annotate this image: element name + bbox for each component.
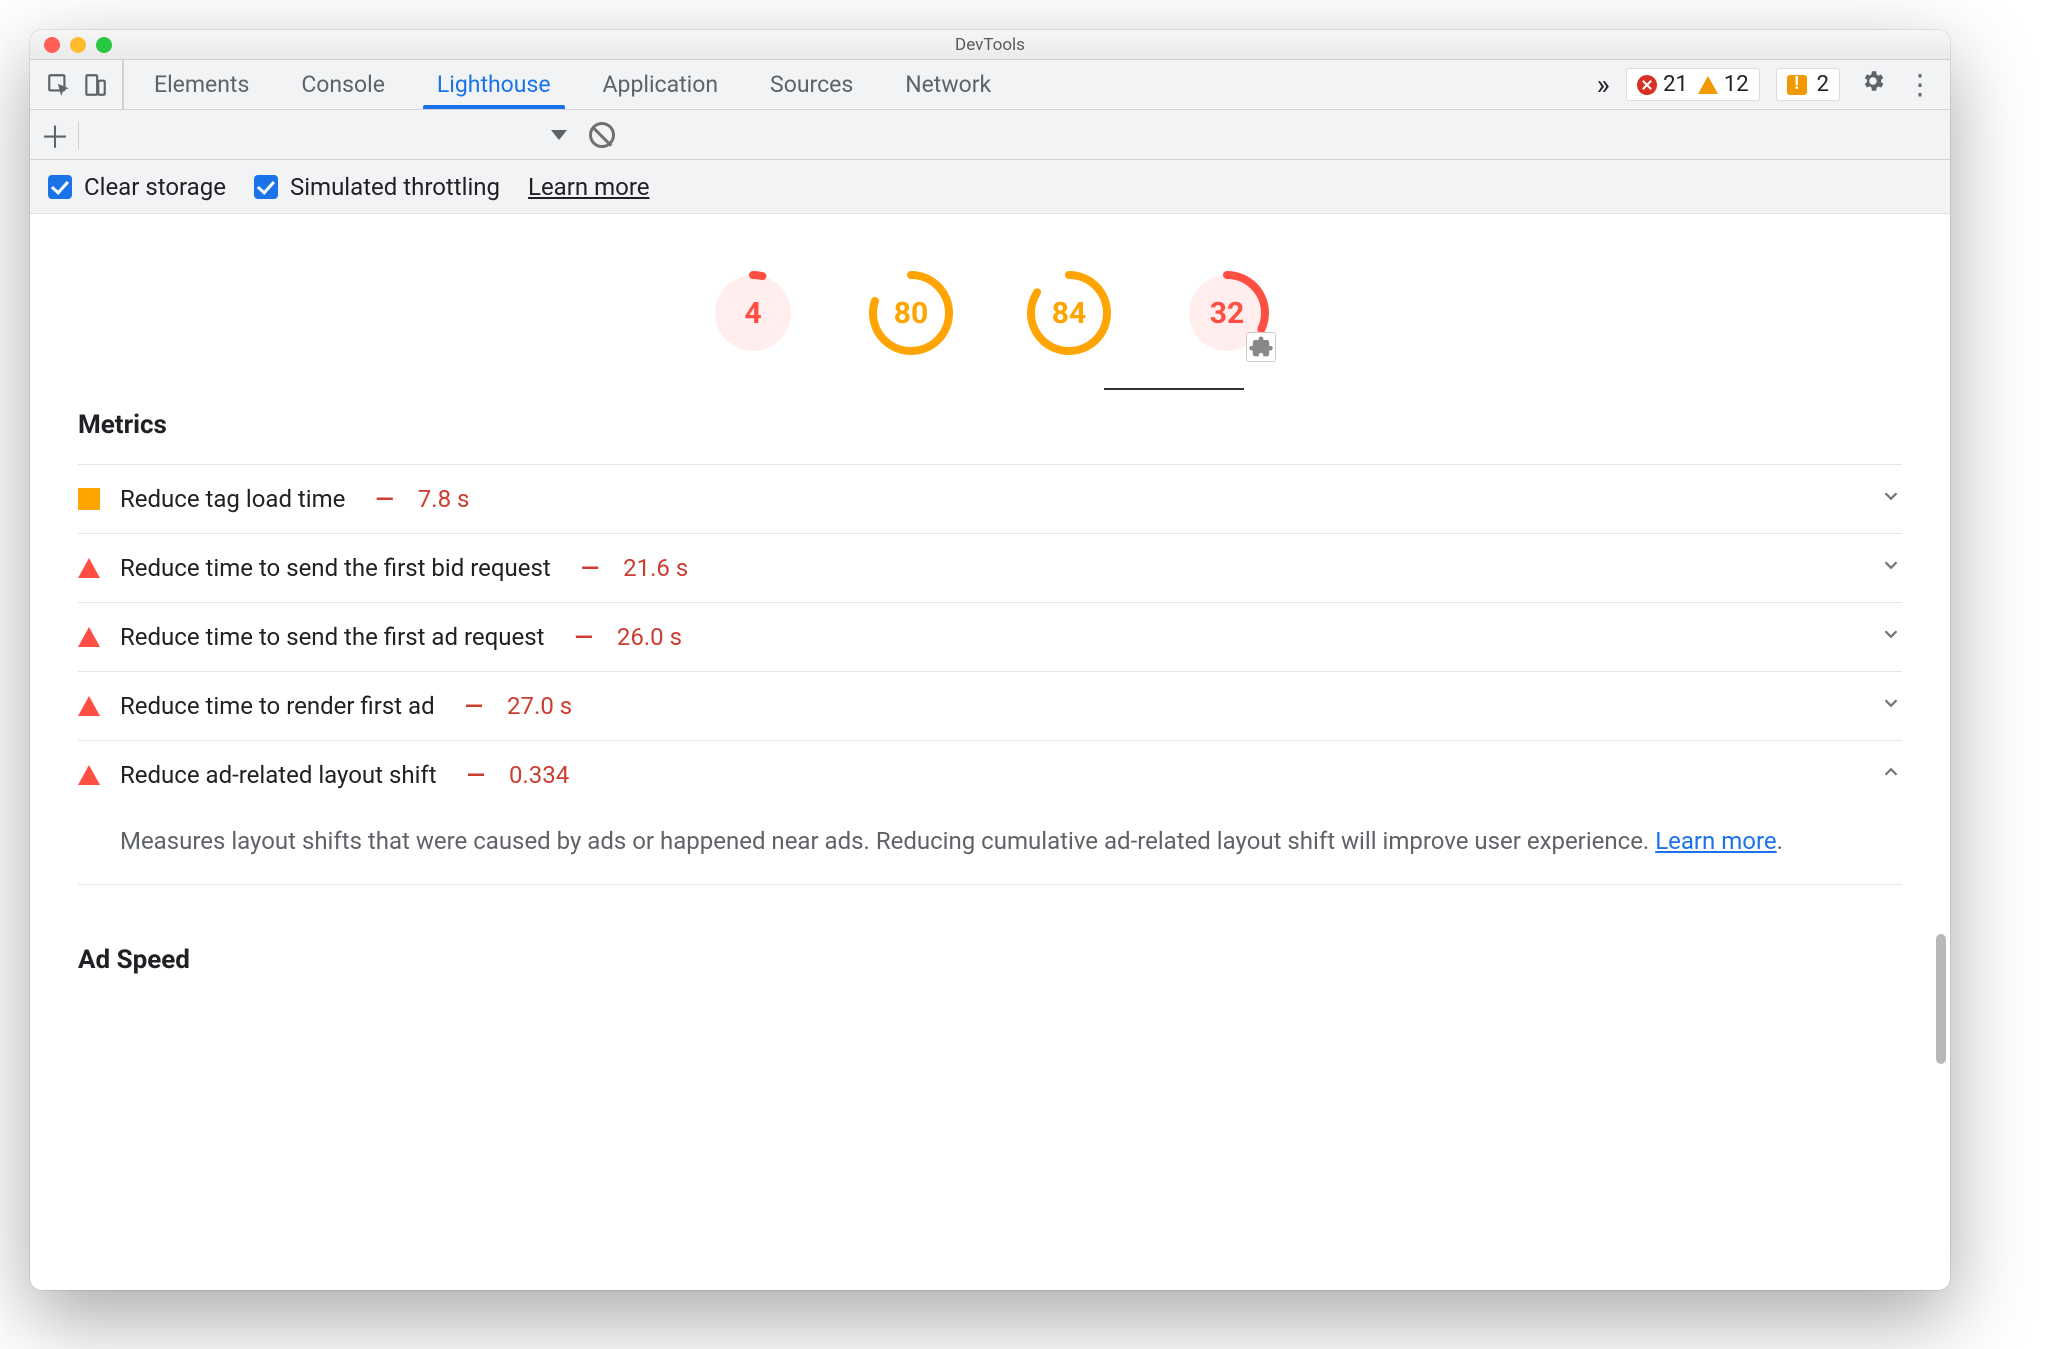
dash: — (365, 485, 397, 513)
square-icon (78, 488, 100, 510)
tab-application[interactable]: Application (581, 60, 741, 109)
chevron-down-icon (1880, 485, 1902, 513)
chevron-down-icon (1880, 554, 1902, 582)
learn-more-link[interactable]: Learn more (1655, 827, 1776, 855)
clear-storage-checkbox[interactable]: Clear storage (48, 173, 226, 201)
close-icon[interactable] (44, 37, 60, 53)
warning-count: 12 (1724, 72, 1749, 97)
window-title: DevTools (30, 35, 1950, 55)
report-select-dropdown[interactable] (551, 130, 567, 140)
checkbox-checked-icon (48, 175, 72, 199)
chevron-up-icon (1880, 761, 1902, 789)
overflow-menu-icon[interactable]: ⋮ (1906, 68, 1930, 101)
minimize-icon[interactable] (70, 37, 86, 53)
clear-storage-label: Clear storage (84, 173, 226, 201)
audit-title: Reduce ad-related layout shift (120, 761, 437, 789)
chevron-down-icon (1880, 623, 1902, 651)
tab-lighthouse[interactable]: Lighthouse (415, 60, 573, 109)
score-value: 4 (710, 270, 796, 356)
audit-title: Reduce time to send the first ad request (120, 623, 544, 651)
audit-title: Reduce tag load time (120, 485, 345, 513)
audit-value: 26.0 s (617, 623, 682, 651)
tab-elements[interactable]: Elements (132, 60, 271, 109)
lighthouse-options: Clear storage Simulated throttling Learn… (30, 160, 1950, 214)
more-tabs-icon[interactable]: » (1584, 60, 1622, 109)
devtools-tabstrip: ElementsConsoleLighthouseApplicationSour… (30, 60, 1950, 110)
audit-description: Measures layout shifts that were caused … (78, 809, 1902, 885)
section-ad-speed-title: Ad Speed (78, 885, 1902, 999)
inspect-element-icon[interactable] (42, 68, 76, 102)
triangle-icon (78, 558, 100, 578)
score-value: 80 (868, 270, 954, 356)
audit-title: Reduce time to render first ad (120, 692, 435, 720)
triangle-icon (78, 696, 100, 716)
new-report-button[interactable]: ＋ (38, 113, 72, 157)
section-metrics-title: Metrics (78, 388, 1902, 464)
divider (78, 121, 79, 149)
checkbox-checked-icon (254, 175, 278, 199)
audit-value: 0.334 (509, 761, 569, 789)
audit-row[interactable]: Reduce time to send the first bid reques… (78, 533, 1902, 602)
audit-value: 27.0 s (507, 692, 572, 720)
triangle-icon (78, 765, 100, 785)
score-gauge-1[interactable]: 80 (868, 270, 954, 356)
dash: — (457, 761, 489, 789)
dash: — (455, 692, 487, 720)
active-gauge-underline (1104, 388, 1244, 390)
console-counters[interactable]: 21 12 (1626, 68, 1759, 101)
mac-titlebar: DevTools (30, 30, 1950, 60)
triangle-icon (78, 627, 100, 647)
dash: — (571, 554, 603, 582)
error-icon (1637, 75, 1657, 95)
simulated-throttling-checkbox[interactable]: Simulated throttling (254, 173, 500, 201)
score-gauge-2[interactable]: 84 (1026, 270, 1112, 356)
issue-icon (1787, 75, 1807, 95)
plugin-icon (1246, 332, 1276, 362)
tab-console[interactable]: Console (279, 60, 407, 109)
tab-network[interactable]: Network (883, 60, 1013, 109)
lighthouse-report: 4 80 84 32 Metrics Reduce tag load time … (30, 214, 1950, 1290)
score-gauge-0[interactable]: 4 (710, 270, 796, 356)
audit-title: Reduce time to send the first bid reques… (120, 554, 551, 582)
audit-value: 21.6 s (623, 554, 688, 582)
settings-gear-icon[interactable] (1856, 68, 1890, 101)
audit-row[interactable]: Reduce tag load time — 7.8 s (78, 464, 1902, 533)
lighthouse-toolbar: ＋ (30, 110, 1950, 160)
clear-all-icon[interactable] (589, 122, 615, 148)
issue-count: 2 (1817, 72, 1829, 97)
warning-icon (1698, 76, 1718, 94)
zoom-icon[interactable] (96, 37, 112, 53)
chevron-down-icon (1880, 692, 1902, 720)
dash: — (564, 623, 596, 651)
error-count: 21 (1663, 72, 1688, 97)
audit-row[interactable]: Reduce ad-related layout shift — 0.334 (78, 740, 1902, 809)
audit-row[interactable]: Reduce time to render first ad — 27.0 s (78, 671, 1902, 740)
audit-row[interactable]: Reduce time to send the first ad request… (78, 602, 1902, 671)
device-toolbar-icon[interactable] (78, 68, 112, 102)
issues-counter[interactable]: 2 (1776, 68, 1840, 101)
score-value: 84 (1026, 270, 1112, 356)
scrollbar-thumb[interactable] (1936, 934, 1946, 1064)
simulated-throttling-label: Simulated throttling (290, 173, 500, 201)
devtools-window: DevTools ElementsConsoleLighthou (30, 30, 1950, 1290)
score-gauge-3[interactable]: 32 (1184, 270, 1270, 356)
tab-sources[interactable]: Sources (748, 60, 875, 109)
score-gauges: 4 80 84 32 (30, 214, 1950, 388)
learn-more-link[interactable]: Learn more (528, 173, 649, 201)
audit-value: 7.8 s (418, 485, 470, 513)
